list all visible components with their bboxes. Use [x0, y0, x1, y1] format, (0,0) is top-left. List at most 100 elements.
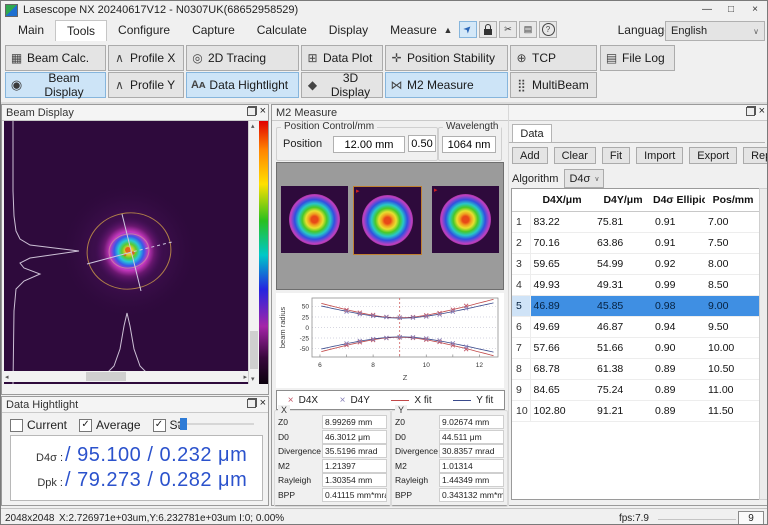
- float-icon[interactable]: [247, 398, 257, 408]
- fps-counter-box[interactable]: 9: [738, 511, 764, 525]
- checkbox-box[interactable]: ✓: [153, 419, 166, 432]
- table-row[interactable]: 984.6575.240.8911.00: [512, 380, 761, 401]
- app-icon: [5, 4, 18, 17]
- toolbar-button-tcp[interactable]: ⊕TCP: [510, 45, 597, 71]
- horizontal-scrollbar[interactable]: ◂ ▸: [4, 371, 248, 382]
- report-button[interactable]: Report: [743, 147, 768, 164]
- slider-handle[interactable]: [180, 418, 187, 430]
- menu-tab-calculate[interactable]: Calculate: [246, 20, 318, 41]
- table-row[interactable]: 546.8945.850.989.00: [512, 296, 761, 317]
- toolbar-button-profile-y[interactable]: ∧Profile Y: [108, 72, 184, 98]
- svg-text:-25: -25: [300, 335, 310, 342]
- step-input[interactable]: [408, 135, 436, 152]
- document-icon[interactable]: ▤: [519, 21, 537, 38]
- beam-image[interactable]: [4, 121, 248, 384]
- position-input[interactable]: [333, 136, 405, 153]
- menu-bar: MainToolsConfigureCaptureCalculateDispla…: [1, 19, 768, 42]
- frame-marker: ▸: [434, 187, 438, 194]
- scissors-icon[interactable]: ✂: [499, 21, 517, 38]
- scrollbar-thumb[interactable]: [86, 372, 126, 381]
- import-button[interactable]: Import: [636, 147, 683, 164]
- clear-button[interactable]: Clear: [554, 147, 596, 164]
- table-row[interactable]: 757.6651.660.9010.00: [512, 338, 761, 359]
- checkbox-label: Current: [27, 418, 67, 432]
- toolbar-button-data-hightlight[interactable]: AᴀData Hightlight: [186, 72, 299, 98]
- toolbar-button-profile-x[interactable]: ∧Profile X: [108, 45, 184, 71]
- scroll-right-icon[interactable]: ▸: [243, 373, 247, 381]
- add-button[interactable]: Add: [512, 147, 548, 164]
- table-cell: 49.31: [594, 275, 652, 296]
- table-cell: 7.50: [705, 233, 761, 254]
- pin-icon[interactable]: ➤: [459, 21, 477, 38]
- table-row[interactable]: 868.7861.380.8910.50: [512, 359, 761, 380]
- toolbar-button-multibeam[interactable]: ⣿MultiBeam: [510, 72, 597, 98]
- highlight-value: / 95.100 / 0.232 μm: [65, 444, 247, 467]
- close-icon[interactable]: ×: [260, 398, 266, 408]
- scrollbar-thumb[interactable]: [250, 331, 258, 369]
- stats-x-rows: Z08.99269 mmD046.3012 μmDivergence35.519…: [276, 415, 389, 502]
- table-cell: 0.91: [652, 233, 705, 254]
- export-button[interactable]: Export: [689, 147, 737, 164]
- grid-icon: ⣿: [515, 78, 528, 92]
- fit-button[interactable]: Fit: [602, 147, 630, 164]
- scroll-down-icon[interactable]: ▾: [251, 375, 255, 383]
- beam-spot: [440, 194, 491, 245]
- svg-text:6: 6: [318, 362, 322, 369]
- toolbar-button-2d-tracing[interactable]: ◎2D Tracing: [186, 45, 299, 71]
- stat-label: Rayleigh: [395, 475, 439, 485]
- scroll-up-icon[interactable]: ▴: [251, 122, 255, 130]
- close-button[interactable]: ×: [743, 1, 767, 18]
- stat-label: Z0: [395, 417, 439, 427]
- tab-data[interactable]: Data: [512, 124, 552, 143]
- checkbox-average[interactable]: ✓Average: [79, 418, 140, 432]
- row-number: 10: [512, 401, 530, 422]
- toolbar-button-m2-measure[interactable]: ⋈M2 Measure: [385, 72, 508, 98]
- table-row[interactable]: 270.1663.860.917.50: [512, 233, 761, 254]
- algorithm-select[interactable]: D4σ ∨: [564, 169, 604, 188]
- menu-tab-configure[interactable]: Configure: [107, 20, 181, 41]
- toolbar-button-file-log[interactable]: ▤File Log: [600, 45, 675, 71]
- vertical-scrollbar[interactable]: ▴ ▾: [248, 121, 259, 384]
- table-row[interactable]: 359.6554.990.928.00: [512, 254, 761, 275]
- toolbar-button-beam-calc[interactable]: ▦Beam Calc.: [5, 45, 106, 71]
- wavelength-input[interactable]: [442, 136, 496, 153]
- close-icon[interactable]: ×: [260, 106, 266, 116]
- table-row[interactable]: 183.2275.810.917.00: [512, 212, 761, 233]
- table-scrollbar[interactable]: [759, 188, 768, 500]
- stat-row-z0: Z09.02674 mm: [393, 415, 506, 430]
- menu-tab-measure[interactable]: Measure: [379, 20, 448, 41]
- checkbox-box[interactable]: [10, 419, 23, 432]
- beam-thumbnail-1[interactable]: [281, 186, 348, 253]
- fps-slider[interactable]: [658, 519, 736, 520]
- toolbar-button-position-stability[interactable]: ✛Position Stability: [385, 45, 508, 71]
- menu-tab-tools[interactable]: Tools: [55, 20, 107, 42]
- menu-tab-main[interactable]: Main: [7, 20, 55, 41]
- app-window: Lasescope NX 20240617V12 - N0307UK(68652…: [0, 0, 768, 525]
- maximize-button[interactable]: □: [719, 1, 743, 18]
- checkbox-box[interactable]: ✓: [79, 419, 92, 432]
- collapse-icon[interactable]: ▲: [439, 21, 457, 38]
- svg-text:beam radius: beam radius: [278, 307, 287, 349]
- help-icon[interactable]: ?: [539, 21, 557, 38]
- table-row[interactable]: 10102.8091.210.8911.50: [512, 401, 761, 422]
- toolbar-button-3d-display[interactable]: ◆3D Display: [301, 72, 383, 98]
- lock-body: [484, 29, 492, 35]
- checkbox-current[interactable]: Current: [10, 418, 67, 432]
- table-row[interactable]: 449.9349.310.998.50: [512, 275, 761, 296]
- menu-tab-display[interactable]: Display: [318, 20, 379, 41]
- lock-icon[interactable]: [479, 21, 497, 38]
- profile-x-icon: ∧: [113, 51, 126, 65]
- language-select[interactable]: English ∨: [665, 21, 765, 41]
- beam-thumbnail-2-selected[interactable]: ▸: [353, 186, 422, 255]
- stat-label: M2: [278, 461, 322, 471]
- table-row[interactable]: 649.6946.870.949.50: [512, 317, 761, 338]
- toolbar-button-data-plot[interactable]: ⊞Data Plot: [301, 45, 383, 71]
- menu-tab-capture[interactable]: Capture: [181, 20, 246, 41]
- beam-thumbnail-3[interactable]: ▸: [432, 186, 499, 253]
- float-icon[interactable]: [247, 106, 257, 116]
- toolbar-button-beam-display[interactable]: ◉Beam Display: [5, 72, 106, 98]
- highlight-slider[interactable]: [174, 423, 254, 425]
- scroll-left-icon[interactable]: ◂: [5, 373, 9, 381]
- status-coordinates: X:2.726971e+03um,Y:6.232781e+03um I:0; 0…: [59, 513, 284, 524]
- minimize-button[interactable]: —: [695, 1, 719, 18]
